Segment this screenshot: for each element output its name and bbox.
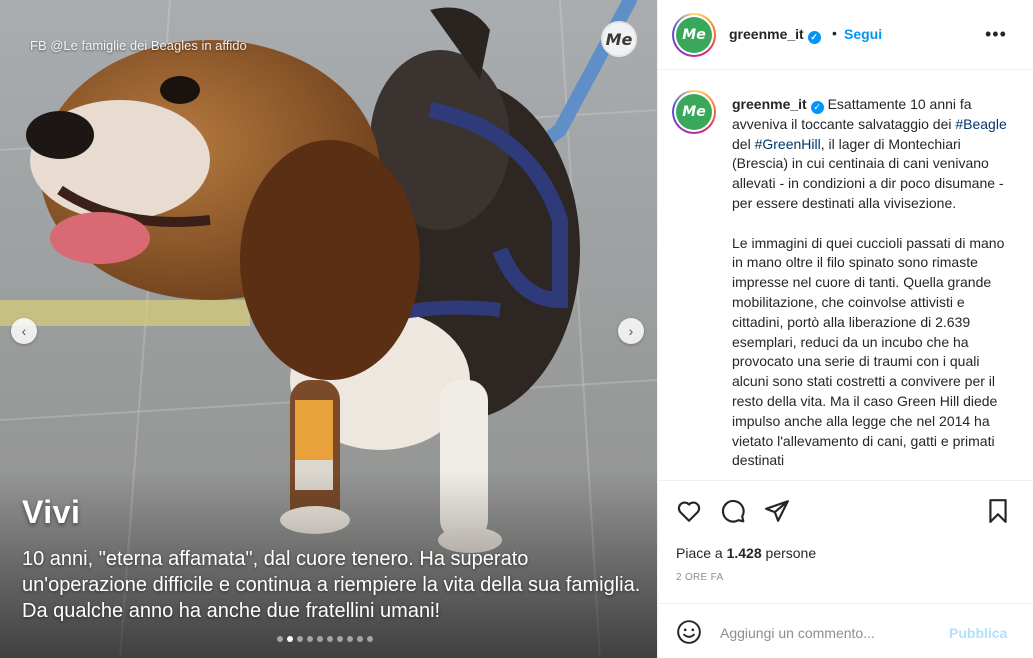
emoji-icon[interactable] [676,619,702,645]
carousel-dot [327,636,333,642]
likes-number: 1.428 [726,545,762,561]
carousel-dot [357,636,363,642]
carousel-indicator [277,636,373,642]
post-header: Me greenme_it ✓ • Segui ••• [658,0,1033,70]
carousel-prev-button[interactable]: ‹ [11,318,37,344]
likes-count[interactable]: Piace a 1.428 persone [676,545,816,561]
likes-suffix: persone [761,545,817,561]
comment-input[interactable] [720,622,940,644]
publish-button[interactable]: Pubblica [949,625,1007,641]
carousel-dot [277,636,283,642]
slide-caption-title: Vivi [22,494,81,530]
caption-author-avatar[interactable]: Me [672,90,716,134]
brand-logo-badge: Me [601,21,637,57]
carousel-dot [317,636,323,642]
chevron-right-icon: › [628,323,634,339]
carousel-dot [367,636,373,642]
caption-text-part: del [732,135,755,152]
carousel-next-button[interactable]: › [618,318,644,344]
author-username-link[interactable]: greenme_it ✓ [729,26,821,44]
photo-credit-watermark: FB @Le famiglie dei Beagles in affido [30,38,247,53]
verified-badge-icon: ✓ [810,101,824,114]
author-avatar[interactable]: Me [672,13,716,57]
carousel-dot [347,636,353,642]
likes-prefix: Piace a [676,545,727,561]
heart-icon[interactable] [676,498,702,524]
post-action-bar [658,492,1033,532]
hashtag-link[interactable]: #GreenHill [755,136,821,152]
caption-username[interactable]: greenme_it [732,96,807,112]
post-caption-area[interactable]: Me greenme_it ✓ Esattamente 10 anni fa av… [658,71,1033,481]
hashtag-link[interactable]: #Beagle [955,116,1006,132]
header-separator: • [832,25,837,41]
add-comment-bar: Pubblica [658,603,1033,658]
slide-caption-body: 10 anni, "eterna affamata", dal cuore te… [22,548,641,622]
carousel-dot [307,636,313,642]
paper-plane-icon[interactable] [764,498,790,524]
post-side-panel: Me greenme_it ✓ • Segui ••• Me greenme_it… [657,0,1033,658]
carousel-dot [337,636,343,642]
author-username: greenme_it [729,26,804,42]
avatar-logo: Me [676,94,712,130]
avatar-logo: Me [676,17,712,53]
bookmark-icon[interactable] [985,498,1011,524]
follow-button[interactable]: Segui [844,26,882,42]
post-timestamp[interactable]: 2 ORE FA [676,572,723,583]
chevron-left-icon: ‹ [21,323,27,339]
more-options-icon[interactable]: ••• [985,24,1007,45]
carousel-dot [297,636,303,642]
comment-icon[interactable] [720,498,746,524]
verified-badge-icon: ✓ [807,31,821,44]
carousel-dot [287,636,293,642]
post-caption-text: greenme_it ✓ Esattamente 10 anni fa avven… [732,95,1018,480]
caption-paragraph: Le immagini di quei cuccioli passati di … [732,234,1005,469]
post-media[interactable]: FB @Le famiglie dei Beagles in affido Me… [0,0,657,658]
